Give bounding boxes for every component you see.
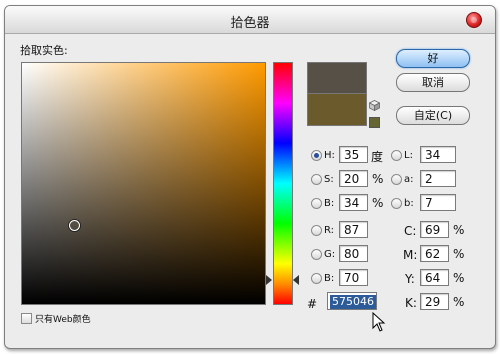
- web-only-checkbox[interactable]: [21, 313, 32, 324]
- saturation-brightness-gradient[interactable]: [22, 63, 265, 304]
- title-bar: 拾色器: [5, 6, 495, 34]
- magenta-unit: %: [453, 247, 465, 261]
- hue-input[interactable]: 35: [339, 146, 368, 163]
- radio-lab-b[interactable]: [391, 198, 402, 209]
- black-unit: %: [453, 295, 465, 309]
- lab-b-label: b:: [404, 198, 414, 209]
- cyan-input[interactable]: 69: [420, 221, 449, 238]
- yellow-label: Y:: [405, 272, 415, 286]
- radio-red[interactable]: [311, 225, 322, 236]
- hue-spectrum[interactable]: [274, 63, 292, 304]
- custom-button[interactable]: 自定(C): [396, 106, 470, 125]
- mouse-pointer-icon: [372, 312, 386, 332]
- cyan-unit: %: [453, 223, 465, 237]
- lab-a-label: a:: [404, 174, 414, 185]
- hex-value-selected[interactable]: 575046: [330, 295, 376, 309]
- blue-label: B:: [324, 273, 335, 284]
- black-label: K:: [405, 296, 417, 310]
- pick-solid-color-label: 拾取实色:: [20, 44, 68, 57]
- hex-prefix: #: [307, 297, 318, 311]
- lab-b-input[interactable]: 7: [420, 194, 456, 211]
- red-label: R:: [324, 225, 335, 236]
- radio-green[interactable]: [311, 249, 322, 260]
- magenta-input[interactable]: 62: [420, 245, 449, 262]
- hue-label: H:: [324, 150, 335, 161]
- brightness-label: B:: [324, 198, 335, 209]
- brightness-input[interactable]: 34: [339, 194, 368, 211]
- brightness-unit: %: [372, 196, 384, 210]
- cyan-label: C:: [404, 224, 417, 238]
- lab-a-input[interactable]: 2: [420, 170, 456, 187]
- web-safe-cube-icon[interactable]: [369, 100, 380, 111]
- color-field[interactable]: [21, 62, 266, 305]
- yellow-unit: %: [453, 271, 465, 285]
- new-color-swatch: [307, 62, 367, 94]
- black-input[interactable]: 29: [420, 293, 449, 310]
- hex-input[interactable]: 575046: [327, 292, 377, 310]
- saturation-label: S:: [324, 174, 334, 185]
- radio-hue[interactable]: [311, 150, 322, 161]
- radio-brightness[interactable]: [311, 198, 322, 209]
- blue-input[interactable]: 70: [339, 269, 368, 286]
- hue-slider-left-arrow[interactable]: [266, 275, 272, 285]
- radio-blue[interactable]: [311, 273, 322, 284]
- hue-slider[interactable]: [273, 62, 293, 305]
- dialog-title: 拾色器: [230, 16, 270, 31]
- green-input[interactable]: 80: [339, 245, 368, 262]
- red-input[interactable]: 87: [339, 221, 368, 238]
- ok-button[interactable]: 好: [396, 49, 470, 68]
- color-field-cursor[interactable]: [69, 220, 80, 231]
- green-label: G:: [324, 249, 336, 260]
- close-button[interactable]: [466, 12, 482, 28]
- web-safe-color-swatch[interactable]: [369, 117, 380, 128]
- saturation-input[interactable]: 20: [339, 170, 368, 187]
- radio-saturation[interactable]: [311, 174, 322, 185]
- saturation-unit: %: [372, 172, 384, 186]
- lab-l-label: L:: [404, 150, 413, 161]
- current-color-swatch[interactable]: [307, 93, 367, 126]
- cancel-button[interactable]: 取消: [396, 73, 470, 92]
- lab-l-input[interactable]: 34: [420, 146, 456, 163]
- radio-lab-l[interactable]: [391, 150, 402, 161]
- magenta-label: M:: [403, 248, 418, 262]
- hue-slider-right-arrow[interactable]: [293, 275, 299, 285]
- hue-unit: 度: [371, 150, 384, 164]
- radio-lab-a[interactable]: [391, 174, 402, 185]
- yellow-input[interactable]: 64: [420, 269, 449, 286]
- web-only-label: 只有Web颜色: [35, 315, 91, 325]
